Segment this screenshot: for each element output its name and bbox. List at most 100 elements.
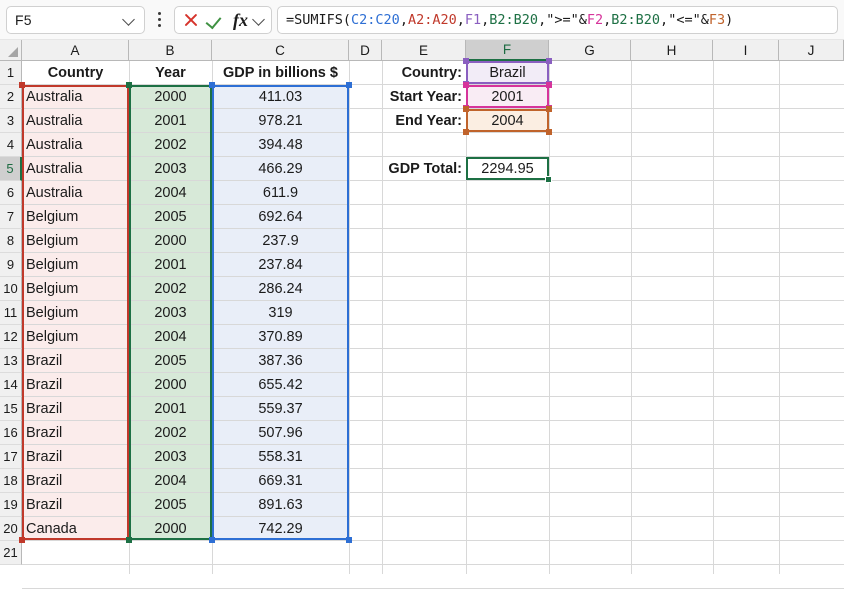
cell-F3-end-year-value[interactable]: 2004 (466, 109, 549, 132)
cell-C13[interactable]: 387.36 (212, 349, 349, 372)
enter-icon[interactable] (206, 9, 228, 31)
insert-function-icon[interactable]: fx (232, 9, 249, 31)
row-header-14[interactable]: 14 (0, 373, 22, 397)
cell-F5-gdp-total-value[interactable]: 2294.95 (466, 157, 549, 180)
range-handle[interactable] (19, 537, 25, 543)
range-handle[interactable] (463, 58, 469, 64)
cell-C16[interactable]: 507.96 (212, 421, 349, 444)
column-header-a[interactable]: A (22, 40, 129, 61)
row-header-15[interactable]: 15 (0, 397, 22, 421)
cell-B9[interactable]: 2001 (129, 253, 212, 276)
cell-A7[interactable]: Belgium (22, 205, 129, 228)
cell-C1[interactable]: GDP in billions $ (212, 61, 349, 84)
range-handle[interactable] (19, 82, 25, 88)
column-header-d[interactable]: D (349, 40, 382, 61)
cell-B11[interactable]: 2003 (129, 301, 212, 324)
range-handle[interactable] (346, 82, 352, 88)
cell-B15[interactable]: 2001 (129, 397, 212, 420)
cell-E5-gdp-total-label[interactable]: GDP Total: (382, 157, 466, 180)
cell-F2-start-year-value[interactable]: 2001 (466, 85, 549, 108)
cell-A17[interactable]: Brazil (22, 445, 129, 468)
cell-A16[interactable]: Brazil (22, 421, 129, 444)
cell-A5[interactable]: Australia (22, 157, 129, 180)
cell-A18[interactable]: Brazil (22, 469, 129, 492)
cell-B19[interactable]: 2005 (129, 493, 212, 516)
row-header-16[interactable]: 16 (0, 421, 22, 445)
cell-B16[interactable]: 2002 (129, 421, 212, 444)
cell-A3[interactable]: Australia (22, 109, 129, 132)
cell-C5[interactable]: 466.29 (212, 157, 349, 180)
cell-A19[interactable]: Brazil (22, 493, 129, 516)
range-handle[interactable] (463, 82, 469, 88)
cell-B8[interactable]: 2000 (129, 229, 212, 252)
row-header-6[interactable]: 6 (0, 181, 22, 205)
cell-B18[interactable]: 2004 (129, 469, 212, 492)
cell-C4[interactable]: 394.48 (212, 133, 349, 156)
row-header-19[interactable]: 19 (0, 493, 22, 517)
cell-A11[interactable]: Belgium (22, 301, 129, 324)
row-header-21[interactable]: 21 (0, 541, 22, 565)
cell-C2[interactable]: 411.03 (212, 85, 349, 108)
cell-A14[interactable]: Brazil (22, 373, 129, 396)
cell-C9[interactable]: 237.84 (212, 253, 349, 276)
cell-A10[interactable]: Belgium (22, 277, 129, 300)
cell-C14[interactable]: 655.42 (212, 373, 349, 396)
select-all-corner[interactable] (0, 40, 22, 61)
cell-B3[interactable]: 2001 (129, 109, 212, 132)
cell-B7[interactable]: 2005 (129, 205, 212, 228)
column-header-f[interactable]: F (466, 40, 549, 61)
range-handle[interactable] (126, 537, 132, 543)
cell-B2[interactable]: 2000 (129, 85, 212, 108)
cell-C3[interactable]: 978.21 (212, 109, 349, 132)
cell-C19[interactable]: 891.63 (212, 493, 349, 516)
cell-A9[interactable]: Belgium (22, 253, 129, 276)
more-options-icon[interactable] (149, 6, 169, 34)
cell-C18[interactable]: 669.31 (212, 469, 349, 492)
cell-A12[interactable]: Belgium (22, 325, 129, 348)
row-header-18[interactable]: 18 (0, 469, 22, 493)
cell-C20[interactable]: 742.29 (212, 517, 349, 540)
range-handle[interactable] (546, 106, 552, 112)
cell-C12[interactable]: 370.89 (212, 325, 349, 348)
column-header-h[interactable]: H (631, 40, 713, 61)
cell-B4[interactable]: 2002 (129, 133, 212, 156)
chevron-down-icon[interactable] (123, 13, 136, 26)
cell-B5[interactable]: 2003 (129, 157, 212, 180)
cell-A1[interactable]: Country (22, 61, 129, 84)
range-handle[interactable] (346, 537, 352, 543)
name-box[interactable]: F5 (6, 5, 145, 34)
row-header-12[interactable]: 12 (0, 325, 22, 349)
cell-F1-country-value[interactable]: Brazil (466, 61, 549, 84)
range-handle[interactable] (546, 129, 552, 135)
cell-A6[interactable]: Australia (22, 181, 129, 204)
cell-E3-end-year-label[interactable]: End Year: (382, 109, 466, 132)
cell-C11[interactable]: 319 (212, 301, 349, 324)
row-header-2[interactable]: 2 (0, 85, 22, 109)
cell-E2-start-year-label[interactable]: Start Year: (382, 85, 466, 108)
cell-A15[interactable]: Brazil (22, 397, 129, 420)
column-header-j[interactable]: J (779, 40, 844, 61)
row-header-5[interactable]: 5 (0, 157, 22, 181)
column-header-b[interactable]: B (129, 40, 212, 61)
cell-A20[interactable]: Canada (22, 517, 129, 540)
cell-A13[interactable]: Brazil (22, 349, 129, 372)
range-handle[interactable] (209, 82, 215, 88)
cell-B17[interactable]: 2003 (129, 445, 212, 468)
cell-B14[interactable]: 2000 (129, 373, 212, 396)
cell-A4[interactable]: Australia (22, 133, 129, 156)
range-handle[interactable] (463, 129, 469, 135)
column-header-c[interactable]: C (212, 40, 349, 61)
chevron-down-icon[interactable] (253, 13, 266, 26)
row-header-9[interactable]: 9 (0, 253, 22, 277)
row-header-7[interactable]: 7 (0, 205, 22, 229)
cell-E1-country-label[interactable]: Country: (382, 61, 466, 84)
cell-B20[interactable]: 2000 (129, 517, 212, 540)
cell-C15[interactable]: 559.37 (212, 397, 349, 420)
cell-B13[interactable]: 2005 (129, 349, 212, 372)
cell-C17[interactable]: 558.31 (212, 445, 349, 468)
column-header-i[interactable]: I (713, 40, 779, 61)
range-handle[interactable] (546, 82, 552, 88)
cell-A2[interactable]: Australia (22, 85, 129, 108)
formula-input[interactable]: =SUMIFS(C2:C20, A2:A20, F1, B2:B20, ">=" & F2,… (277, 5, 838, 34)
range-handle[interactable] (126, 82, 132, 88)
